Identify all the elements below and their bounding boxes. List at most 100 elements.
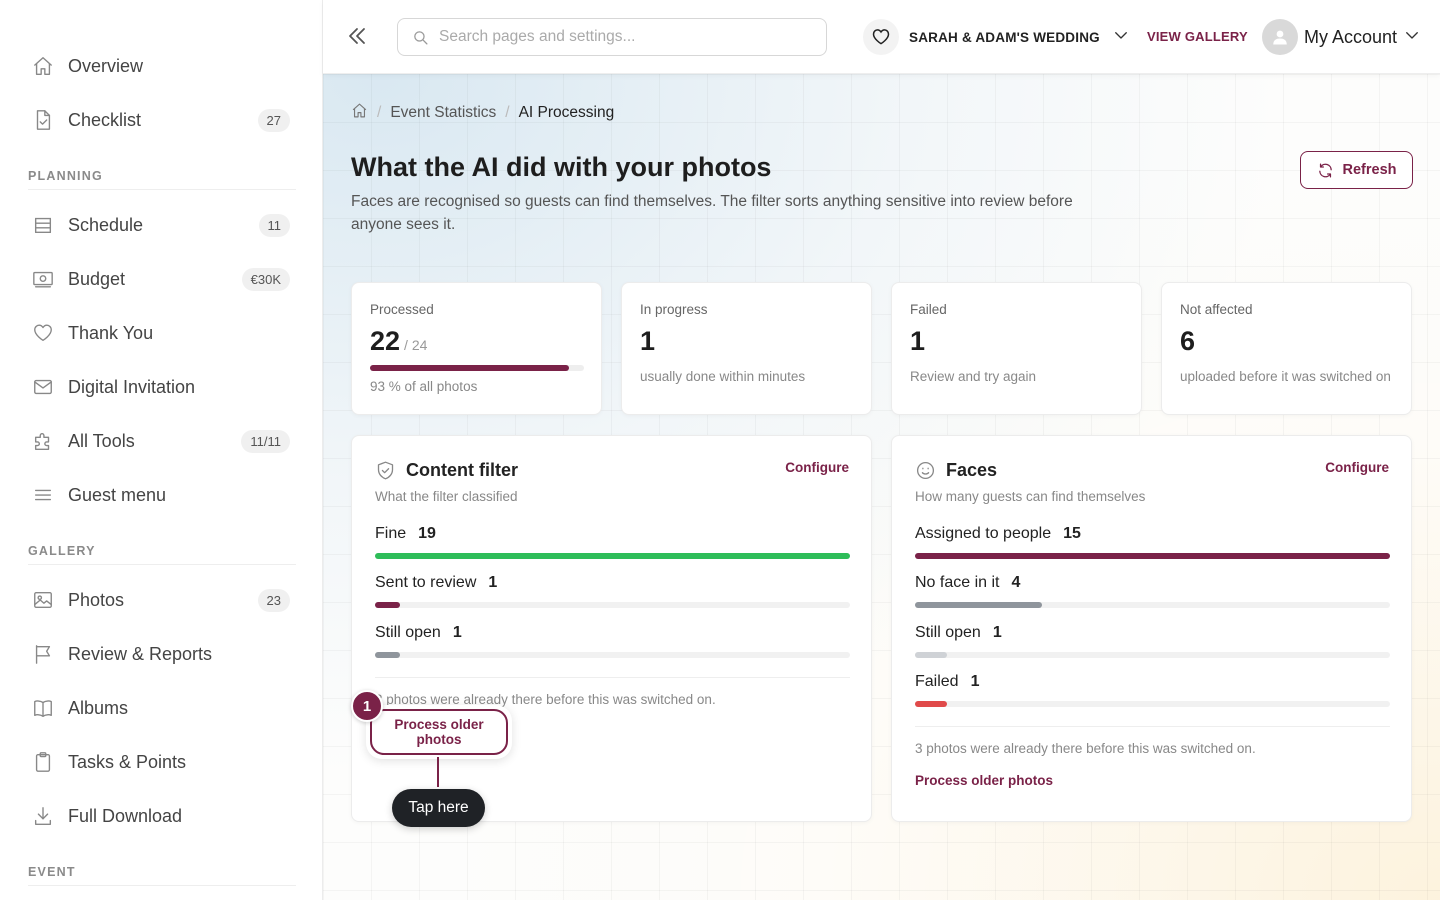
sidebar-item-albums[interactable]: Albums <box>28 688 290 728</box>
panel-subtitle: How many guests can find themselves <box>915 489 1146 504</box>
refresh-button[interactable]: Refresh <box>1300 151 1413 189</box>
sidebar-item-checklist[interactable]: Checklist 27 <box>28 100 290 140</box>
page-title: What the AI did with your photos <box>351 152 772 182</box>
metric-bar <box>375 602 850 608</box>
metric-no-face: No face in it 4 <box>915 574 1390 608</box>
sidebar-item-label: Review & Reports <box>68 643 213 664</box>
panel-header: Faces <box>915 460 997 481</box>
search-box[interactable] <box>397 18 827 56</box>
account-menu[interactable]: My Account <box>1262 18 1421 56</box>
count-badge: 27 <box>257 108 290 132</box>
metric-value: 4 <box>1011 574 1021 591</box>
sidebar-item-budget[interactable]: Budget €30K <box>28 259 290 299</box>
panel-subtitle: What the filter classified <box>375 489 518 504</box>
metric-label: Fine <box>375 525 407 542</box>
section-title-gallery: GALLERY <box>28 544 296 565</box>
sidebar-item-label: Checklist <box>68 109 142 130</box>
stat-card-processed: Processed 22/ 24 93 % of all photos <box>351 282 602 415</box>
stat-label: Not affected <box>1180 302 1253 317</box>
stat-card-in-progress: In progress 1 usually done within minute… <box>621 282 872 415</box>
tutorial-connector <box>437 757 439 787</box>
metric-value: 1 <box>488 574 498 591</box>
metric-value: 1 <box>452 624 462 641</box>
shield-check-icon <box>377 461 394 480</box>
checklist-icon <box>28 108 60 132</box>
sidebar-item-schedule[interactable]: Schedule 11 <box>28 205 290 245</box>
metric-bar <box>915 701 1390 707</box>
double-chevron-left-icon <box>349 28 365 44</box>
stat-description: uploaded before it was switched on <box>1180 369 1391 384</box>
metric-value: 1 <box>992 624 1002 641</box>
metric-still-open: Still open 1 <box>375 624 850 658</box>
puzzle-icon <box>28 429 60 453</box>
count-badge: 11/11 <box>241 429 290 453</box>
sidebar-item-digital-invitation[interactable]: Digital Invitation <box>28 367 290 407</box>
metric-bar-fill <box>375 652 401 658</box>
smiley-face-icon <box>916 461 935 480</box>
older-photos-note: 3 photos were already there before this … <box>915 741 1256 756</box>
tutorial-step-badge: 1 <box>351 690 383 722</box>
content-filter-panel: Content filter Configure What the filter… <box>351 435 872 822</box>
breadcrumb: / Event Statistics / AI Processing <box>351 102 614 124</box>
main-content: / Event Statistics / AI Processing What … <box>323 74 1440 900</box>
metric-sent-to-review: Sent to review 1 <box>375 574 850 608</box>
sidebar-item-label: Budget <box>68 268 126 289</box>
stat-value: 1 <box>910 326 926 356</box>
stat-card-failed: Failed 1 Review and try again <box>891 282 1142 415</box>
heart-icon <box>863 19 899 55</box>
configure-content-filter-link[interactable]: Configure <box>785 460 849 475</box>
process-older-photos-button[interactable]: Process older photos <box>370 709 508 755</box>
sidebar-item-review-reports[interactable]: Review & Reports <box>28 634 290 674</box>
breadcrumb-separator: / <box>377 104 382 121</box>
metric-bar <box>375 652 850 658</box>
sidebar: Overview Checklist 27 PLANNING Schedule … <box>0 0 323 900</box>
home-icon[interactable] <box>351 102 368 124</box>
sidebar-item-guest-menu[interactable]: Guest menu <box>28 475 290 515</box>
metric-label: Still open <box>375 624 441 641</box>
collapse-sidebar-button[interactable] <box>345 24 369 48</box>
process-older-photos-link[interactable]: Process older photos <box>915 773 1053 788</box>
metric-bar-fill <box>915 553 1390 559</box>
sidebar-item-label: Photos <box>68 589 125 610</box>
sidebar-item-all-tools[interactable]: All Tools 11/11 <box>28 421 290 461</box>
stat-value: 1 <box>640 326 656 356</box>
stat-value: 22/ 24 <box>370 326 583 357</box>
faces-panel: Faces Configure How many guests can find… <box>891 435 1412 822</box>
book-icon <box>28 696 60 720</box>
event-switcher[interactable]: SARAH & ADAM'S WEDDING <box>863 18 1130 56</box>
metric-bar <box>915 652 1390 658</box>
home-icon <box>28 54 60 78</box>
search-input[interactable] <box>439 28 799 46</box>
processed-progress-bar <box>370 365 584 371</box>
menu-icon <box>28 483 60 507</box>
metric-assigned-to-people: Assigned to people 15 <box>915 525 1390 559</box>
view-gallery-link[interactable]: VIEW GALLERY <box>1147 29 1248 44</box>
sidebar-item-label: Digital Invitation <box>68 376 196 397</box>
breadcrumb-event-statistics[interactable]: Event Statistics <box>390 104 496 122</box>
sidebar-item-full-download[interactable]: Full Download <box>28 796 290 836</box>
flag-icon <box>28 642 60 666</box>
metric-bar <box>915 553 1390 559</box>
mail-icon <box>28 375 60 399</box>
refresh-label: Refresh <box>1342 162 1397 178</box>
processed-progress-fill <box>370 365 570 371</box>
download-icon <box>28 804 60 828</box>
image-icon <box>28 588 60 612</box>
stat-description: 93 % of all photos <box>370 379 478 394</box>
stat-label: Processed <box>370 302 434 317</box>
stat-description: Review and try again <box>910 369 1037 384</box>
stat-value: 6 <box>1180 326 1196 356</box>
heart-icon <box>28 321 60 345</box>
chevron-down-icon <box>1112 26 1130 49</box>
sidebar-item-photos[interactable]: Photos 23 <box>28 580 290 620</box>
stat-value-number: 22 <box>370 326 401 356</box>
sidebar-item-overview[interactable]: Overview <box>28 46 290 86</box>
configure-faces-link[interactable]: Configure <box>1325 460 1389 475</box>
metric-bar <box>375 553 850 559</box>
metric-label: Sent to review <box>375 574 477 591</box>
sidebar-item-tasks-points[interactable]: Tasks & Points <box>28 742 290 782</box>
divider <box>375 677 850 678</box>
sidebar-item-thank-you[interactable]: Thank You <box>28 313 290 353</box>
metric-still-open: Still open 1 <box>915 624 1390 658</box>
metric-bar-fill <box>375 602 401 608</box>
